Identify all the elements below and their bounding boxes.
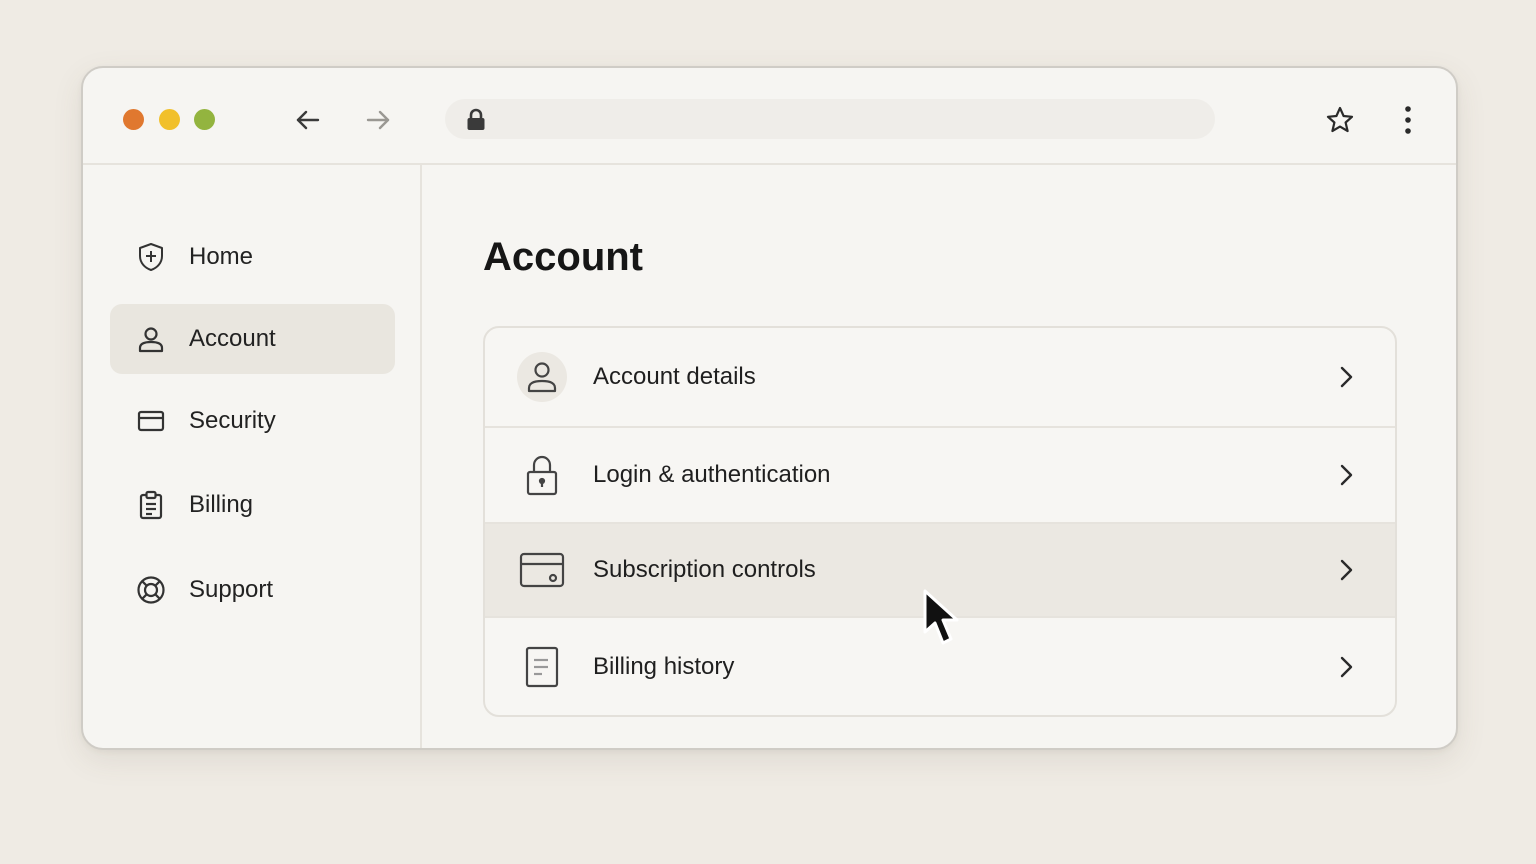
sidebar-item-label: Account — [189, 325, 276, 352]
row-label: Subscription controls — [593, 556, 816, 583]
chevron-right-icon — [1333, 462, 1359, 488]
sidebar-item-label: Home — [189, 243, 254, 270]
chevron-right-icon — [1333, 364, 1359, 390]
row-subscription-controls[interactable]: Subscription controls — [485, 524, 1395, 618]
settings-list: Account details Login & authentication S… — [483, 326, 1397, 717]
page-title: Account — [483, 235, 643, 279]
lock-icon — [465, 108, 487, 137]
row-login-authentication[interactable]: Login & authentication — [485, 428, 1395, 524]
main-content: Account Account details Login & authenti… — [422, 165, 1456, 748]
credit-card-icon — [136, 406, 166, 436]
shield-icon — [136, 242, 166, 272]
sidebar-item-label: Billing — [189, 491, 254, 518]
chevron-right-icon — [1333, 557, 1359, 583]
back-button[interactable] — [290, 102, 326, 138]
sidebar-item-account[interactable]: Account — [110, 304, 395, 374]
lock-icon — [517, 450, 567, 500]
row-account-details[interactable]: Account details — [485, 328, 1395, 428]
document-icon — [517, 642, 567, 692]
user-icon — [517, 352, 567, 402]
sidebar-item-billing[interactable]: Billing — [110, 470, 395, 540]
sidebar-item-label: Support — [189, 576, 274, 603]
window-minimize-button[interactable] — [159, 109, 180, 130]
arrow-left-icon — [296, 110, 320, 130]
sidebar: Home Account Security Billing Support — [83, 165, 422, 748]
credit-card-icon — [517, 545, 567, 595]
row-label: Login & authentication — [593, 461, 831, 488]
arrow-right-icon — [366, 110, 390, 130]
address-bar[interactable] — [445, 99, 1215, 139]
sidebar-item-support[interactable]: Support — [110, 555, 395, 625]
row-label: Account details — [593, 363, 756, 390]
more-vertical-icon — [1405, 106, 1411, 134]
row-label: Billing history — [593, 652, 735, 680]
sidebar-item-security[interactable]: Security — [110, 386, 395, 456]
browser-window: Home Account Security Billing Support Ac… — [81, 66, 1458, 750]
window-close-button[interactable] — [123, 109, 144, 130]
browser-menu-button[interactable] — [1390, 102, 1426, 138]
clipboard-icon — [136, 490, 166, 520]
bookmark-button[interactable] — [1322, 102, 1358, 138]
star-icon — [1326, 106, 1354, 133]
forward-button[interactable] — [360, 102, 396, 138]
row-billing-history[interactable]: Billing history — [485, 618, 1395, 715]
chevron-right-icon — [1333, 654, 1359, 680]
browser-toolbar — [83, 68, 1456, 165]
lifebuoy-icon — [136, 575, 166, 605]
sidebar-item-home[interactable]: Home — [110, 222, 395, 292]
window-maximize-button[interactable] — [194, 109, 215, 130]
sidebar-item-label: Security — [189, 407, 276, 434]
user-icon — [136, 324, 166, 354]
